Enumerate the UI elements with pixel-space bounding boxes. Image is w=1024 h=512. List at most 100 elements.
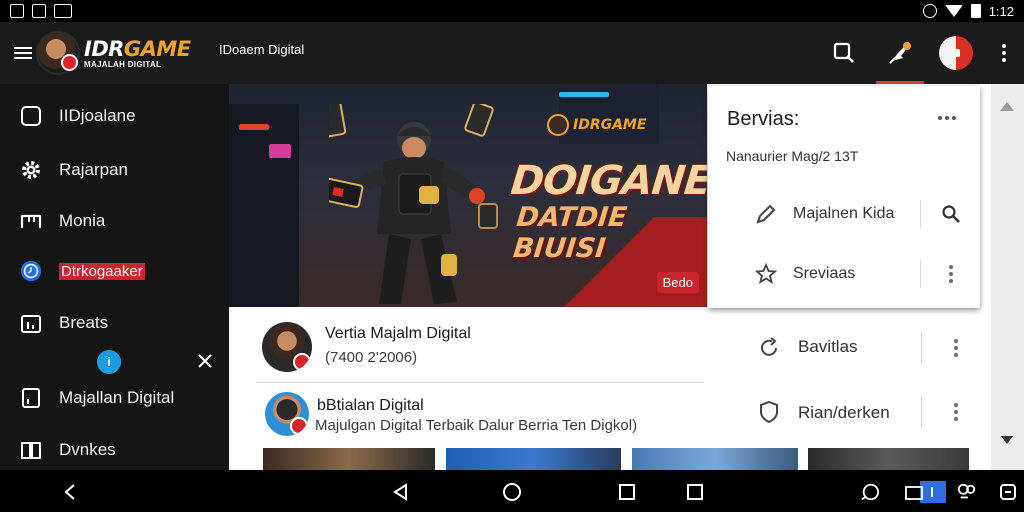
thumbnail-strip xyxy=(229,448,991,470)
sidebar-item-3[interactable]: Dtrkogaaker xyxy=(0,251,229,291)
soldier-illustration xyxy=(329,104,498,304)
card-row-label: Majalnen Kida xyxy=(793,205,895,222)
profile-avatar xyxy=(939,36,973,70)
popup-card: Bervias: Nanaurier Mag/2 13T Majalnen Ki… xyxy=(708,86,980,308)
info-badge[interactable]: i xyxy=(97,350,121,374)
circle-home-icon xyxy=(503,483,521,501)
more-vert-icon xyxy=(1002,44,1006,62)
menu-icon[interactable] xyxy=(14,47,32,59)
thumbnail[interactable] xyxy=(632,448,798,470)
square-icon xyxy=(687,484,703,500)
alarm-icon xyxy=(922,4,937,18)
logo-title-b: GAME xyxy=(123,36,191,61)
thumbnail[interactable] xyxy=(263,448,435,470)
logo-title-a: IDR xyxy=(84,36,124,61)
sidebar-item-label: Majallan Digital xyxy=(59,388,175,407)
overview-button[interactable] xyxy=(685,482,705,502)
thumbnail[interactable] xyxy=(808,448,969,470)
chart-icon xyxy=(20,312,42,334)
avatar xyxy=(262,322,312,372)
assistant-button[interactable] xyxy=(860,482,880,502)
sidebar-item-label: Rajarpan xyxy=(59,160,128,179)
card-row-label: Sreviaas xyxy=(793,265,856,282)
keyboard-switch-button[interactable] xyxy=(904,481,946,503)
system-nav-bar xyxy=(0,470,1024,512)
wifi-icon xyxy=(944,5,963,17)
app-logo[interactable]: IDRGAME MAJALAH DIGITAL xyxy=(36,31,191,75)
download-notification-icon xyxy=(32,4,46,18)
close-icon xyxy=(198,354,212,368)
divider xyxy=(921,397,922,427)
hero-badge[interactable]: Bedo xyxy=(656,272,699,293)
more-vert-icon[interactable] xyxy=(947,401,965,423)
keyboard-icon xyxy=(905,481,946,503)
list-item-action-label: Bavitlas xyxy=(798,337,858,356)
scroll-up-icon[interactable] xyxy=(1000,102,1014,111)
notifications-button[interactable] xyxy=(872,22,928,84)
list-item[interactable]: bBtialan Digital Majulgan Digital Terbai… xyxy=(229,384,991,456)
card-row[interactable]: Majalnen Kida xyxy=(708,192,980,236)
avatar xyxy=(265,392,309,436)
accessibility-button[interactable] xyxy=(957,482,977,502)
more-horiz-icon[interactable] xyxy=(938,116,956,120)
divider xyxy=(920,200,921,228)
app-bar: IDRGAME MAJALAH DIGITAL IDoaem Digital xyxy=(0,22,1024,84)
image-icon xyxy=(1000,484,1016,500)
overflow-menu-button[interactable] xyxy=(984,22,1024,84)
rocket-icon xyxy=(889,42,911,64)
screenshot-button[interactable] xyxy=(998,482,1018,502)
image-notification-icon xyxy=(10,4,24,18)
neon-sign xyxy=(559,92,609,97)
list-item[interactable]: Vertia Majalm Digital (7400 2'2006) Bavi… xyxy=(229,312,991,384)
info-icon: i xyxy=(107,355,111,369)
card-subtitle: Nanaurier Mag/2 13T xyxy=(726,148,859,164)
search-button[interactable] xyxy=(816,22,872,84)
search-icon[interactable] xyxy=(940,203,962,225)
profile-button[interactable] xyxy=(928,22,984,84)
sidebar-item-4[interactable]: Breats xyxy=(0,303,229,343)
sidebar-item-5[interactable]: Majallan Digital xyxy=(0,378,229,418)
more-vert-icon[interactable] xyxy=(947,337,965,359)
pencil-icon xyxy=(754,202,778,226)
scroll-down-icon[interactable] xyxy=(1001,436,1013,444)
city-building xyxy=(229,104,299,307)
back-button[interactable] xyxy=(60,482,80,502)
brand-avatar xyxy=(547,114,569,136)
card-title: Bervias: xyxy=(727,108,800,130)
keyboard-notification-icon xyxy=(54,4,72,18)
sidebar-item-label: IIDjoalane xyxy=(59,106,136,125)
hero-brand-text: IDRGAME xyxy=(573,117,647,133)
main-content: IDRGAME DOIGANER DATDIE BIUISI Bedo Berv… xyxy=(229,84,1024,470)
hero-title: DOIGANER xyxy=(508,158,707,204)
calendar-icon xyxy=(20,210,42,232)
chevron-left-icon xyxy=(64,484,75,500)
hero-brand: IDRGAME xyxy=(547,114,646,136)
logo-subtitle: MAJALAH DIGITAL xyxy=(84,59,162,69)
home-button[interactable] xyxy=(502,482,522,502)
page-title: IDoaem Digital xyxy=(219,42,305,57)
hero-banner[interactable]: IDRGAME DOIGANER DATDIE BIUISI Bedo xyxy=(229,84,707,307)
recents-button[interactable] xyxy=(617,482,637,502)
close-button[interactable] xyxy=(196,352,214,370)
logo-avatar xyxy=(36,31,80,75)
clock-icon xyxy=(20,260,42,282)
hero-subtitle: DATDIE BIUISI xyxy=(511,202,629,264)
scrollbar[interactable] xyxy=(991,84,1024,470)
card-row[interactable]: Sreviaas xyxy=(708,252,980,296)
thumbnail[interactable] xyxy=(446,448,621,470)
sidebar-item-2[interactable]: Monia xyxy=(0,201,229,241)
more-vert-icon[interactable] xyxy=(940,263,962,285)
list-item-title: bBtialan Digital xyxy=(317,397,424,414)
list-item-action-label: Rian/derken xyxy=(798,403,890,422)
sidebar-item-label: Dvnkes xyxy=(59,440,116,459)
logo-title: IDRGAME xyxy=(84,38,191,60)
triangle-back-icon xyxy=(393,483,407,501)
accessibility-icon xyxy=(957,483,976,499)
sidebar-item-1[interactable]: Rajarpan xyxy=(0,150,229,190)
nav-back-button[interactable] xyxy=(391,482,411,502)
sidebar-item-6[interactable]: Dvnkes xyxy=(0,430,229,470)
list-item-subtitle: (7400 2'2006) xyxy=(325,349,418,366)
sidebar-item-0[interactable]: IIDjoalane xyxy=(0,96,229,136)
star-icon xyxy=(754,262,778,286)
divider xyxy=(256,382,704,383)
